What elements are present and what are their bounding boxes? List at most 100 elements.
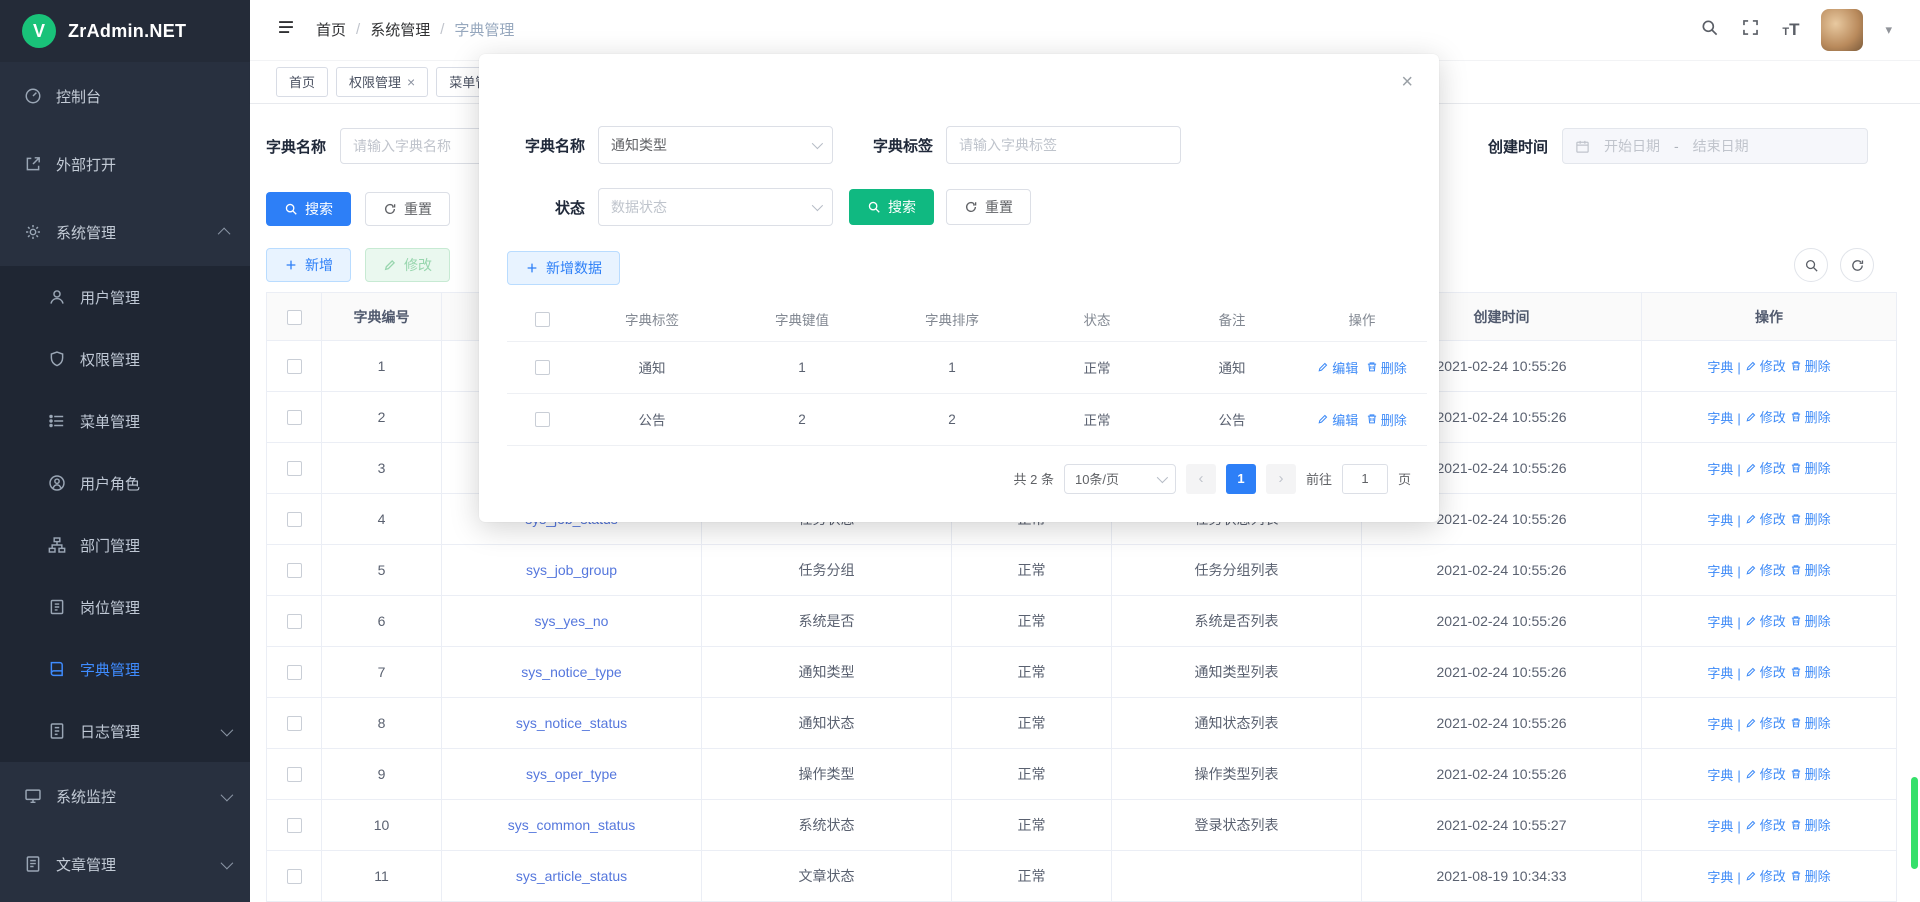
delete-link[interactable]: 删除 <box>1790 815 1831 834</box>
delete-link[interactable]: 删除 <box>1790 764 1831 783</box>
tab-home[interactable]: 首页 <box>276 67 328 97</box>
breadcrumb-system[interactable]: 系统管理 <box>370 19 430 40</box>
row-checkbox[interactable] <box>287 869 302 884</box>
dict-data-link[interactable]: 字典 <box>1707 663 1733 682</box>
page-size-select[interactable]: 10条/页 <box>1064 464 1176 494</box>
close-icon[interactable]: × <box>407 74 415 90</box>
select-all-checkbox[interactable] <box>287 310 302 325</box>
delete-link[interactable]: 删除 <box>1790 713 1831 732</box>
row-checkbox[interactable] <box>287 665 302 680</box>
delete-link[interactable]: 删除 <box>1790 509 1831 528</box>
row-checkbox[interactable] <box>287 461 302 476</box>
sidebar-item-system[interactable]: 系统管理 <box>0 198 250 266</box>
reset-button[interactable]: 重置 <box>365 192 450 226</box>
row-checkbox[interactable] <box>535 360 550 375</box>
page-scrollbar-thumb[interactable] <box>1911 777 1918 869</box>
delete-link[interactable]: 删除 <box>1790 458 1831 477</box>
edit-link[interactable]: 修改 <box>1745 713 1786 732</box>
edit-link[interactable]: 修改 <box>1745 407 1786 426</box>
delete-link[interactable]: 删除 <box>1790 662 1831 681</box>
add-button[interactable]: 新增 <box>266 248 351 282</box>
sidebar-item-posts[interactable]: 岗位管理 <box>0 576 250 638</box>
delete-link[interactable]: 删除 <box>1790 356 1831 375</box>
dict-type-link[interactable]: sys_notice_type <box>521 664 621 680</box>
prev-page-button[interactable]: ‹ <box>1186 464 1216 494</box>
dict-data-link[interactable]: 字典 <box>1707 765 1733 784</box>
dict-data-link[interactable]: 字典 <box>1707 459 1733 478</box>
dict-data-link[interactable]: 字典 <box>1707 561 1733 580</box>
sidebar-item-dictionary[interactable]: 字典管理 <box>0 638 250 700</box>
toggle-search-button[interactable] <box>1794 248 1828 282</box>
dict-data-link[interactable]: 字典 <box>1707 714 1733 733</box>
tab-permissions[interactable]: 权限管理× <box>336 67 428 97</box>
date-range-picker[interactable]: 开始日期 - 结束日期 <box>1562 128 1868 164</box>
dict-data-link[interactable]: 字典 <box>1707 816 1733 835</box>
edit-link[interactable]: 修改 <box>1745 866 1786 885</box>
delete-link[interactable]: 删除 <box>1790 611 1831 630</box>
delete-link[interactable]: 删除 <box>1790 407 1831 426</box>
dict-data-link[interactable]: 字典 <box>1707 357 1733 376</box>
sidebar-item-articles[interactable]: 文章管理 <box>0 830 250 898</box>
sidebar-item-external[interactable]: 外部打开 <box>0 130 250 198</box>
close-icon[interactable]: × <box>1401 72 1413 92</box>
sidebar-item-permissions[interactable]: 权限管理 <box>0 328 250 390</box>
refresh-table-button[interactable] <box>1840 248 1874 282</box>
sidebar-item-console[interactable]: 控制台 <box>0 62 250 130</box>
edit-link[interactable]: 修改 <box>1745 662 1786 681</box>
delete-link[interactable]: 删除 <box>1790 866 1831 885</box>
delete-link[interactable]: 删除 <box>1790 560 1831 579</box>
breadcrumb-home[interactable]: 首页 <box>316 19 346 40</box>
goto-page-input[interactable] <box>1342 464 1388 494</box>
dict-name-select[interactable]: 通知类型 <box>598 126 833 164</box>
edit-button[interactable]: 修改 <box>365 248 450 282</box>
dict-type-link[interactable]: sys_oper_type <box>526 766 617 782</box>
dict-type-link[interactable]: sys_notice_status <box>516 715 627 731</box>
fullscreen-icon[interactable] <box>1741 18 1760 42</box>
dict-type-link[interactable]: sys_yes_no <box>535 613 609 629</box>
dict-data-link[interactable]: 字典 <box>1707 612 1733 631</box>
sidebar-item-roles[interactable]: 用户角色 <box>0 452 250 514</box>
select-all-checkbox[interactable] <box>535 312 550 327</box>
row-checkbox[interactable] <box>287 512 302 527</box>
search-button[interactable]: 搜索 <box>266 192 351 226</box>
current-page-button[interactable]: 1 <box>1226 464 1256 494</box>
sidebar-item-departments[interactable]: 部门管理 <box>0 514 250 576</box>
sidebar-item-monitor[interactable]: 系统监控 <box>0 762 250 830</box>
row-checkbox[interactable] <box>535 412 550 427</box>
row-checkbox[interactable] <box>287 818 302 833</box>
row-checkbox[interactable] <box>287 716 302 731</box>
edit-link[interactable]: 编辑 <box>1317 410 1358 429</box>
font-size-icon[interactable]: TT <box>1782 21 1799 38</box>
search-icon[interactable] <box>1700 18 1719 42</box>
dict-data-link[interactable]: 字典 <box>1707 867 1733 886</box>
avatar[interactable] <box>1821 9 1863 51</box>
edit-link[interactable]: 修改 <box>1745 458 1786 477</box>
row-checkbox[interactable] <box>287 563 302 578</box>
row-checkbox[interactable] <box>287 359 302 374</box>
delete-link[interactable]: 删除 <box>1366 410 1407 429</box>
edit-link[interactable]: 修改 <box>1745 560 1786 579</box>
edit-link[interactable]: 修改 <box>1745 815 1786 834</box>
status-select[interactable]: 数据状态 <box>598 188 833 226</box>
row-checkbox[interactable] <box>287 767 302 782</box>
dict-type-link[interactable]: sys_job_group <box>526 562 617 578</box>
row-checkbox[interactable] <box>287 410 302 425</box>
hamburger-icon[interactable] <box>276 17 296 42</box>
edit-link[interactable]: 修改 <box>1745 509 1786 528</box>
row-checkbox[interactable] <box>287 614 302 629</box>
next-page-button[interactable]: › <box>1266 464 1296 494</box>
delete-link[interactable]: 删除 <box>1366 358 1407 377</box>
add-data-button[interactable]: 新增数据 <box>507 251 620 285</box>
edit-link[interactable]: 修改 <box>1745 356 1786 375</box>
caret-down-icon[interactable]: ▾ <box>1885 22 1892 38</box>
modal-search-button[interactable]: 搜索 <box>849 189 934 225</box>
dict-label-input[interactable] <box>946 126 1181 164</box>
edit-link[interactable]: 修改 <box>1745 764 1786 783</box>
dict-data-link[interactable]: 字典 <box>1707 408 1733 427</box>
dict-type-link[interactable]: sys_common_status <box>508 817 636 833</box>
edit-link[interactable]: 编辑 <box>1317 358 1358 377</box>
modal-reset-button[interactable]: 重置 <box>946 189 1031 225</box>
dict-data-link[interactable]: 字典 <box>1707 510 1733 529</box>
sidebar-item-logs[interactable]: 日志管理 <box>0 700 250 762</box>
sidebar-item-menus[interactable]: 菜单管理 <box>0 390 250 452</box>
